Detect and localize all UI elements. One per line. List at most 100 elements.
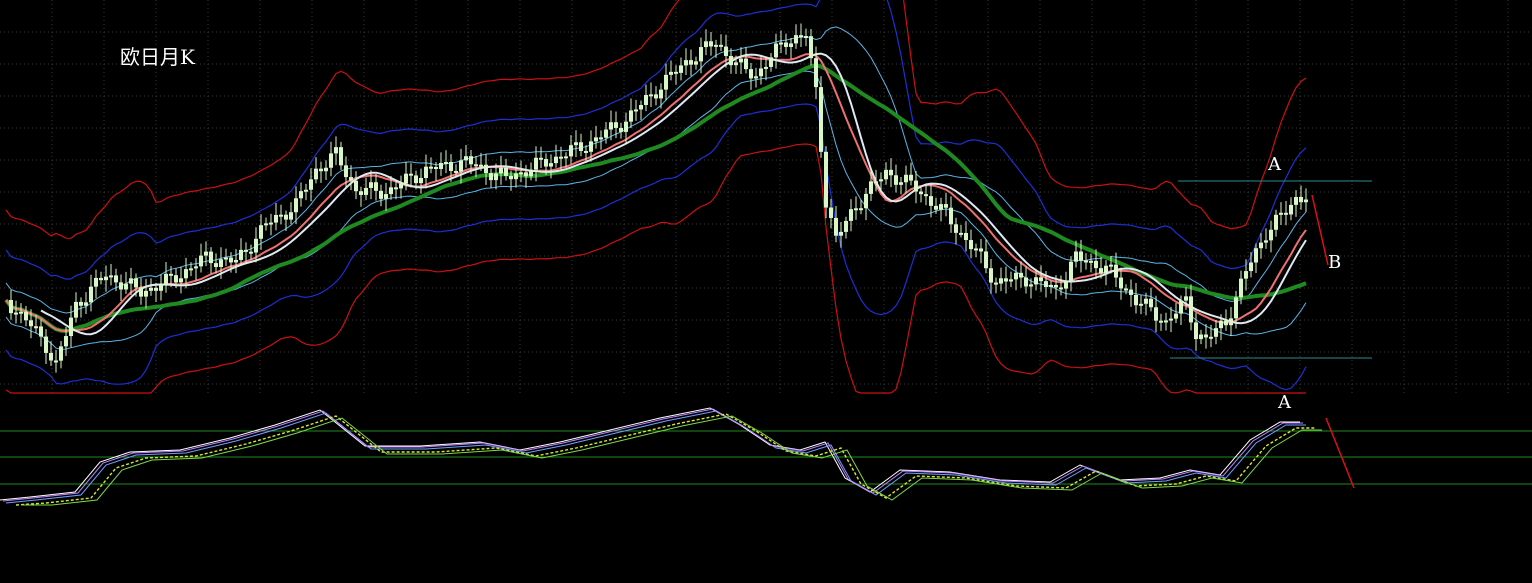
candle-body [69, 317, 73, 337]
candle-body [774, 43, 778, 58]
candle [619, 122, 623, 139]
candle-body [1079, 251, 1083, 261]
candle [44, 329, 48, 364]
candle-body [714, 44, 718, 47]
candle-body [84, 302, 88, 306]
candle [214, 253, 218, 274]
candle [694, 56, 698, 70]
candle-body [469, 156, 473, 165]
candle-body [1049, 284, 1053, 288]
candle [969, 229, 973, 259]
candle-body [1034, 277, 1038, 285]
candle [904, 165, 908, 194]
candle [779, 30, 783, 54]
candle [139, 278, 143, 305]
candle-body [499, 167, 503, 174]
candle [964, 221, 968, 252]
candle-body [389, 187, 393, 195]
oscillator-line [22, 415, 1322, 506]
candle [889, 158, 893, 188]
candle [989, 259, 993, 294]
candle [464, 144, 468, 168]
candle-body [854, 208, 858, 211]
candle [1024, 266, 1028, 294]
candle [984, 239, 988, 274]
candle-body [1119, 277, 1123, 289]
candle-body [1284, 212, 1288, 215]
candle-body [529, 169, 533, 177]
candle [1284, 201, 1288, 226]
candle [599, 130, 603, 150]
candle [1004, 266, 1008, 294]
annotation-top-oscillator: A [1277, 392, 1292, 413]
candle-body [359, 191, 363, 195]
candle-body [1089, 260, 1093, 263]
candle-body [704, 41, 708, 48]
candle [974, 243, 978, 258]
candle-body [1149, 298, 1153, 308]
candle [314, 157, 318, 184]
candle [1299, 185, 1303, 210]
candle [94, 269, 98, 299]
candle-body [779, 42, 783, 45]
candle [334, 136, 338, 166]
candle-body [574, 142, 578, 146]
candle-body [1224, 320, 1228, 326]
candle [849, 199, 853, 232]
candle [1149, 287, 1153, 312]
candle-body [219, 259, 223, 268]
candle [379, 184, 383, 207]
candle-body [839, 231, 843, 236]
candle [409, 163, 413, 188]
candle-body [1174, 313, 1178, 319]
candle-body [454, 170, 458, 173]
candle [1289, 197, 1293, 221]
candle-body [384, 194, 388, 199]
blue-upper-band [5, 0, 1307, 280]
candle [109, 264, 113, 286]
candle [844, 216, 848, 239]
candle-body [289, 212, 293, 220]
candle [679, 57, 683, 81]
candle-body [634, 109, 638, 112]
candle-body [154, 287, 158, 291]
candle-body [1014, 272, 1018, 280]
candle-body [864, 193, 868, 209]
candle-body [894, 175, 898, 185]
candle-body [624, 121, 628, 132]
candle-body [199, 255, 203, 267]
candle [89, 274, 93, 312]
candle-body [1029, 284, 1033, 287]
candle-body [464, 156, 468, 161]
candle-body [1294, 196, 1298, 205]
candle-body [829, 207, 833, 218]
candle-body [79, 301, 83, 306]
candle-body [1069, 261, 1073, 281]
candle [159, 274, 163, 301]
candle-body [1054, 284, 1058, 288]
candle-body [394, 187, 398, 190]
candle-body [764, 66, 768, 69]
candle-body [834, 217, 838, 236]
candle-body [809, 36, 813, 59]
candle-body [509, 175, 513, 180]
candle-body [489, 173, 493, 181]
candle-body [249, 251, 253, 254]
candle [774, 33, 778, 69]
candle-body [949, 207, 953, 225]
candle-body [554, 156, 558, 164]
candle [944, 192, 948, 217]
candle-body [789, 43, 793, 47]
candle [1154, 295, 1158, 333]
candle-body [424, 166, 428, 178]
candle-body [94, 277, 98, 287]
candle-body [1129, 289, 1133, 295]
candle [234, 249, 238, 274]
candle-body [989, 268, 993, 283]
candle [179, 266, 183, 294]
candlestick-chart: 欧日月K A B A [0, 0, 1532, 506]
candle-body [59, 346, 63, 361]
candle-body [34, 326, 38, 329]
candle-body [89, 286, 93, 303]
candle-body [244, 249, 248, 252]
